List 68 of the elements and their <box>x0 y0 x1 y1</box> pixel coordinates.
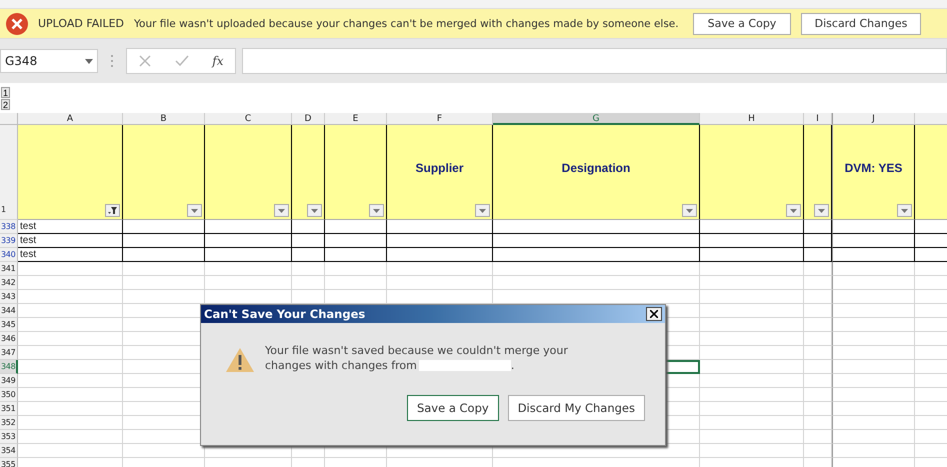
row-number[interactable]: 342 <box>0 276 18 290</box>
dropdown-caret-icon <box>685 207 694 214</box>
notification-button[interactable]: Save a Copy <box>693 12 791 34</box>
close-icon <box>650 310 658 318</box>
column-header[interactable]: A <box>18 113 123 125</box>
name-box[interactable]: G348 <box>0 49 98 73</box>
row-number[interactable]: 1 <box>0 125 18 220</box>
dialog-button[interactable]: Discard My Changes <box>508 395 645 421</box>
dropdown-caret-icon <box>310 207 319 214</box>
row-number[interactable]: 349 <box>0 374 18 388</box>
filter-button[interactable] <box>105 204 120 217</box>
header-text: Supplier <box>415 161 464 175</box>
grip-icon <box>110 54 114 68</box>
column-header[interactable]: I <box>804 113 832 125</box>
warning-icon <box>225 347 255 373</box>
column-header[interactable]: D <box>292 113 325 125</box>
outline-level-button[interactable]: 2 <box>1 98 10 110</box>
dropdown-caret-icon <box>85 58 93 64</box>
row-number[interactable]: 352 <box>0 416 18 430</box>
column-header[interactable]: E <box>325 113 387 125</box>
dialog-button[interactable]: Save a Copy <box>406 395 499 421</box>
dropdown-caret-icon <box>372 207 381 214</box>
error-icon <box>6 12 28 34</box>
column-header[interactable]: J <box>832 113 915 125</box>
row-number[interactable]: 354 <box>0 444 18 458</box>
row-number[interactable]: 347 <box>0 346 18 360</box>
notification-button[interactable]: Discard Changes <box>801 12 921 34</box>
dropdown-caret-icon <box>817 207 826 214</box>
column-header[interactable]: F <box>387 113 493 125</box>
row-number[interactable]: 355 <box>0 458 18 467</box>
outline-level-button[interactable]: 1 <box>1 86 10 98</box>
column-header[interactable]: C <box>205 113 292 125</box>
check-icon[interactable] <box>175 54 190 68</box>
dialog-message: changes with changes from <box>265 358 417 373</box>
table-cell: test <box>18 248 123 262</box>
header-text: Designation <box>562 161 630 175</box>
dialog-message: Your file wasn't saved because we couldn't merge your <box>265 343 568 358</box>
insert-function-button[interactable]: fx <box>212 54 224 68</box>
row-number[interactable]: 350 <box>0 388 18 402</box>
column-header[interactable]: G <box>493 113 700 125</box>
row-number[interactable]: 338 <box>0 220 18 234</box>
row-number[interactable]: 353 <box>0 430 18 444</box>
filter-icon <box>108 207 117 214</box>
table-cell: test <box>18 234 123 248</box>
row-number[interactable]: 348 <box>0 360 18 374</box>
dialog-title: Can't Save Your Changes <box>204 307 366 321</box>
close-button[interactable] <box>646 307 662 321</box>
column-header[interactable]: H <box>700 113 804 125</box>
formula-field[interactable] <box>242 48 947 74</box>
row-number[interactable]: 341 <box>0 262 18 276</box>
dialog-message-end: . <box>510 358 514 373</box>
row-number[interactable]: 344 <box>0 304 18 318</box>
dropdown-caret-icon <box>277 207 286 214</box>
column-header[interactable]: B <box>123 113 205 125</box>
row-number[interactable]: 351 <box>0 402 18 416</box>
dropdown-caret-icon <box>900 207 909 214</box>
row-number[interactable]: 343 <box>0 290 18 304</box>
table-cell: test <box>18 220 123 234</box>
header-text: DVM: YES <box>844 161 902 175</box>
row-number[interactable]: 345 <box>0 318 18 332</box>
row-number[interactable]: 339 <box>0 234 18 248</box>
dropdown-caret-icon <box>478 207 487 214</box>
row-number[interactable]: 340 <box>0 248 18 262</box>
row-number[interactable]: 346 <box>0 332 18 346</box>
dropdown-caret-icon <box>190 207 199 214</box>
notification-title: UPLOAD FAILED <box>38 17 124 30</box>
dropdown-caret-icon <box>789 207 798 214</box>
notification-message: Your file wasn't uploaded because your changes can't be merged with changes made by someone else. <box>134 18 680 30</box>
